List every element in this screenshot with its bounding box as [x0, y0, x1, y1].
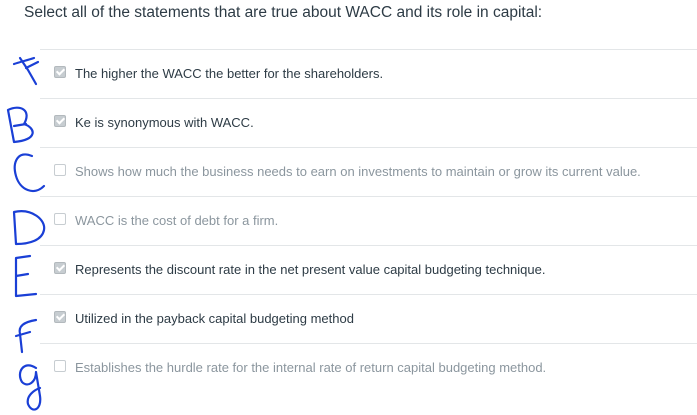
option-d[interactable]: WACC is the cost of debt for a firm. [40, 196, 697, 245]
option-label: Utilized in the payback capital budgetin… [75, 311, 354, 326]
answer-options: The higher the WACC the better for the s… [40, 49, 697, 392]
handwritten-b [6, 106, 34, 144]
handwritten-c [13, 153, 46, 193]
option-c[interactable]: Shows how much the business needs to ear… [40, 147, 697, 196]
option-a[interactable]: The higher the WACC the better for the s… [40, 49, 697, 98]
option-label: Ke is synonymous with WACC. [75, 115, 254, 130]
handwritten-d [12, 210, 46, 246]
handwritten-letters [6, 56, 46, 411]
option-g[interactable]: Establishes the hurdle rate for the inte… [40, 343, 697, 392]
handwritten-e [14, 254, 38, 298]
handwritten-g [18, 364, 42, 411]
option-label: Represents the discount rate in the net … [75, 262, 546, 277]
handwritten-f [14, 318, 38, 354]
option-label: Establishes the hurdle rate for the inte… [75, 360, 547, 375]
handwritten-a [12, 56, 40, 86]
option-label: The higher the WACC the better for the s… [75, 66, 384, 81]
option-f[interactable]: Utilized in the payback capital budgetin… [40, 294, 697, 343]
option-b[interactable]: Ke is synonymous with WACC. [40, 98, 697, 147]
option-e[interactable]: Represents the discount rate in the net … [40, 245, 697, 294]
question-text: Select all of the statements that are tr… [24, 4, 543, 21]
option-label: Shows how much the business needs to ear… [75, 164, 641, 179]
option-label: WACC is the cost of debt for a firm. [75, 213, 279, 228]
